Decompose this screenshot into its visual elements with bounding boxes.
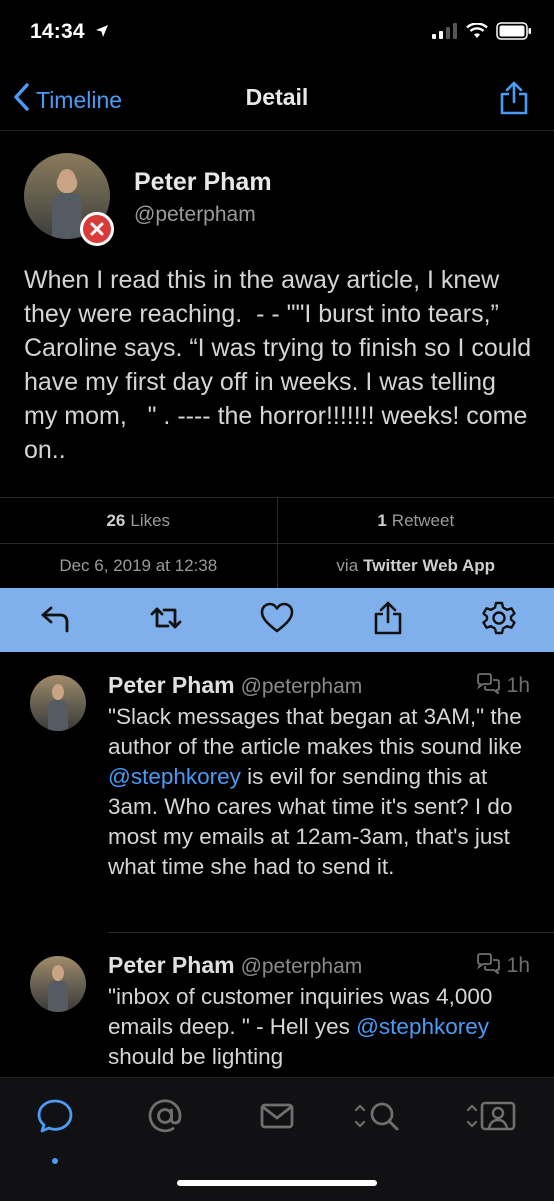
share-button[interactable] xyxy=(498,80,530,121)
status-bar: 14:34 xyxy=(0,0,554,70)
mention-link[interactable]: @stephkorey xyxy=(108,764,241,789)
tweet-action-bar xyxy=(0,588,554,652)
retweets-count: 1 xyxy=(377,511,386,531)
tab-messages[interactable] xyxy=(247,1096,307,1146)
share-icon xyxy=(372,600,404,641)
client-name: Twitter Web App xyxy=(363,556,495,576)
conversation-icon xyxy=(475,952,501,980)
settings-button[interactable] xyxy=(443,588,554,652)
tab-search[interactable] xyxy=(350,1096,410,1146)
signal-icon xyxy=(432,23,458,44)
retweets-stat[interactable]: 1 Retweet xyxy=(277,498,554,543)
mention-link[interactable]: @stephkorey xyxy=(356,1014,489,1039)
search-icon xyxy=(352,1096,408,1146)
tweet-meta: Dec 6, 2019 at 12:38 via Twitter Web App xyxy=(0,543,554,588)
reply-text: "inbox of customer inquiries was 4,000 e… xyxy=(108,982,533,1072)
divider xyxy=(108,932,554,933)
tab-mentions[interactable] xyxy=(135,1096,195,1146)
reply-timestamp: 1h xyxy=(475,672,530,700)
reply-author-name[interactable]: Peter Pham xyxy=(108,672,235,698)
author-name[interactable]: Peter Pham xyxy=(134,168,272,197)
reply-author-handle[interactable]: @peterpham xyxy=(241,955,363,978)
reply-header: Peter Pham @peterpham xyxy=(108,952,362,979)
reply-text: "Slack messages that began at 3AM," the … xyxy=(108,702,533,882)
reply-time-text: 1h xyxy=(507,954,530,978)
likes-count: 26 xyxy=(106,511,125,531)
active-indicator xyxy=(52,1158,58,1164)
conversation-icon xyxy=(475,672,501,700)
settings-icon xyxy=(481,600,517,641)
wifi-icon xyxy=(466,23,488,44)
navigation-bar: Timeline Detail xyxy=(0,70,554,131)
conversation-icon xyxy=(35,1096,75,1146)
tab-conversations[interactable] xyxy=(25,1096,85,1146)
location-arrow-icon xyxy=(95,20,109,44)
likes-label: Likes xyxy=(130,511,170,531)
battery-icon xyxy=(496,22,532,45)
tweet-date: Dec 6, 2019 at 12:38 xyxy=(0,543,277,588)
share-icon xyxy=(498,103,530,120)
retweet-icon xyxy=(148,601,184,640)
mentions-icon xyxy=(145,1096,185,1146)
page-title: Detail xyxy=(0,84,554,111)
reply-icon xyxy=(38,601,72,640)
reply-author-handle[interactable]: @peterpham xyxy=(241,675,363,698)
reply-time-text: 1h xyxy=(507,674,530,698)
avatar[interactable] xyxy=(30,956,86,1012)
reply-timestamp: 1h xyxy=(475,952,530,980)
author-handle[interactable]: @peterpham xyxy=(134,203,256,227)
error-badge-icon xyxy=(80,212,114,246)
likes-stat[interactable]: 26 Likes xyxy=(0,498,277,543)
via-label: via xyxy=(336,556,358,576)
retweets-label: Retweet xyxy=(392,511,454,531)
reply-header: Peter Pham @peterpham xyxy=(108,672,362,699)
messages-icon xyxy=(257,1096,297,1146)
tweet-client: via Twitter Web App xyxy=(277,543,554,588)
reply-button[interactable] xyxy=(0,588,111,652)
share-tweet-button[interactable] xyxy=(332,588,443,652)
retweet-button[interactable] xyxy=(111,588,222,652)
home-indicator[interactable] xyxy=(177,1180,377,1186)
tweet-text: When I read this in the away article, I … xyxy=(24,263,536,467)
reply-text-part: should be lighting xyxy=(108,1044,283,1069)
tab-profile[interactable] xyxy=(462,1096,522,1146)
like-button[interactable] xyxy=(222,588,333,652)
profile-icon xyxy=(464,1096,520,1146)
reply-text-part: "Slack messages that began at 3AM," the … xyxy=(108,704,522,759)
status-time: 14:34 xyxy=(30,20,109,44)
avatar[interactable] xyxy=(30,675,86,731)
tweet-stats: 26 Likes 1 Retweet xyxy=(0,497,554,544)
reply-author-name[interactable]: Peter Pham xyxy=(108,952,235,978)
clock-text: 14:34 xyxy=(30,20,85,43)
like-icon xyxy=(259,602,295,639)
